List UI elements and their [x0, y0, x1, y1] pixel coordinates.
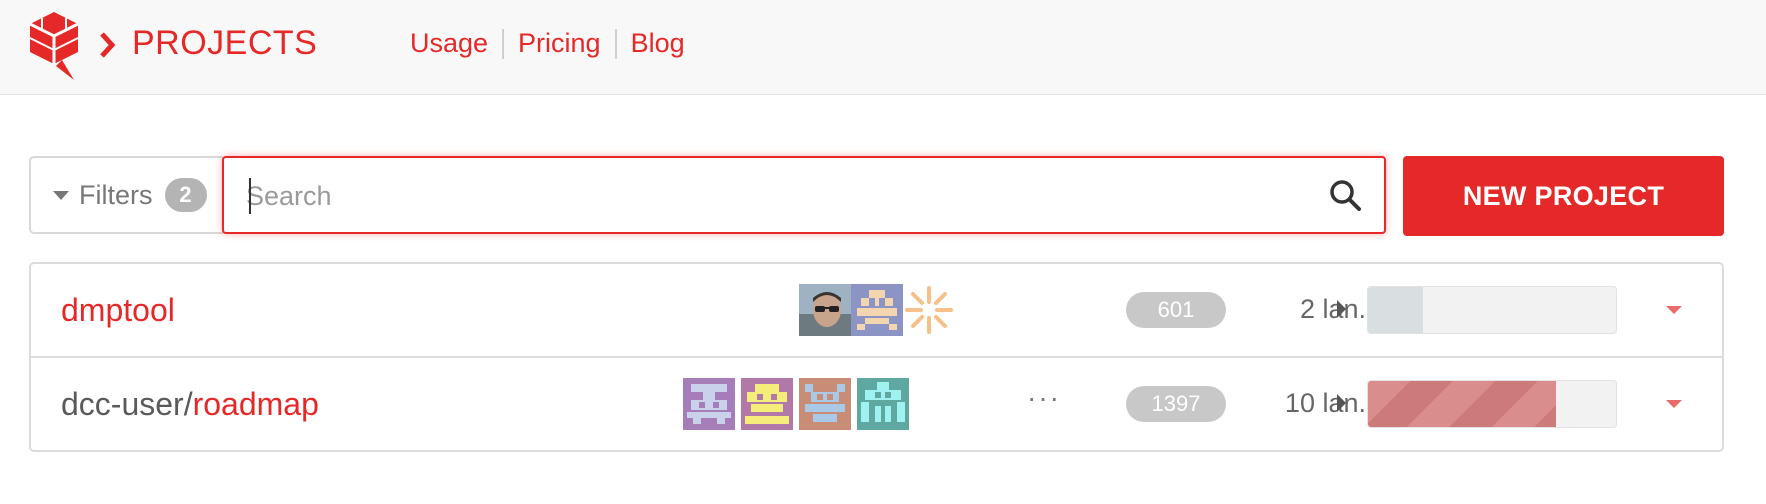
row-menu-caret-icon[interactable]	[1666, 400, 1682, 408]
nav-divider	[614, 28, 617, 59]
text-cursor	[249, 178, 251, 214]
row-menu-caret-icon[interactable]	[1666, 306, 1682, 314]
project-name[interactable]: dmptool	[61, 292, 175, 329]
top-bar: PROJECTS Usage Pricing Blog	[0, 0, 1766, 95]
project-list: dmptool 601 2 lan. dcc-user/roadmap ··· …	[29, 262, 1724, 452]
caret-down-icon	[53, 190, 69, 200]
nav-divider	[502, 28, 505, 59]
filters-count-badge: 2	[164, 178, 207, 212]
identicon-avatar[interactable]	[799, 378, 851, 430]
filters-dropdown[interactable]: Filters 2	[29, 156, 223, 234]
translation-progress-bar	[1367, 380, 1617, 428]
search-icon[interactable]	[1328, 178, 1362, 212]
project-repo[interactable]: dmptool	[61, 292, 175, 328]
top-nav: Usage Pricing Blog	[410, 28, 685, 59]
page-title[interactable]: PROJECTS	[132, 24, 317, 63]
project-owner: dcc-user/	[61, 386, 193, 422]
filters-label: Filters	[79, 179, 153, 210]
nav-link-pricing[interactable]: Pricing	[518, 28, 601, 59]
caret-right-icon[interactable]	[1337, 394, 1346, 412]
languages-toggle[interactable]: 2 lan.	[1300, 294, 1366, 325]
nav-link-blog[interactable]: Blog	[631, 28, 685, 59]
project-row[interactable]: dcc-user/roadmap ··· 1397 10 lan.	[31, 358, 1722, 450]
identicon-avatar[interactable]	[683, 378, 735, 430]
search-input[interactable]	[244, 158, 1328, 234]
new-project-button[interactable]: NEW PROJECT	[1403, 156, 1724, 236]
issue-count-badge: 1397	[1126, 386, 1226, 422]
identicon-avatar[interactable]	[741, 378, 793, 430]
more-collaborators-indicator[interactable]: ···	[1027, 382, 1061, 414]
project-repo[interactable]: roadmap	[193, 386, 319, 422]
breadcrumb-chevron-icon	[100, 32, 116, 58]
logo-icon[interactable]	[26, 10, 82, 82]
identicon-avatar[interactable]	[903, 284, 955, 336]
identicon-avatar[interactable]	[857, 378, 909, 430]
translation-progress-bar	[1367, 286, 1617, 334]
project-name[interactable]: dcc-user/roadmap	[61, 386, 319, 423]
search-box	[222, 156, 1386, 234]
issue-count-badge: 601	[1126, 292, 1226, 328]
photo-avatar[interactable]	[799, 284, 851, 336]
languages-toggle[interactable]: 10 lan.	[1285, 388, 1366, 419]
identicon-avatar[interactable]	[851, 284, 903, 336]
caret-right-icon[interactable]	[1337, 300, 1346, 318]
progress-fill	[1368, 287, 1423, 333]
nav-link-usage[interactable]: Usage	[410, 28, 488, 59]
progress-fill	[1368, 381, 1557, 427]
project-row[interactable]: dmptool 601 2 lan.	[31, 264, 1722, 358]
